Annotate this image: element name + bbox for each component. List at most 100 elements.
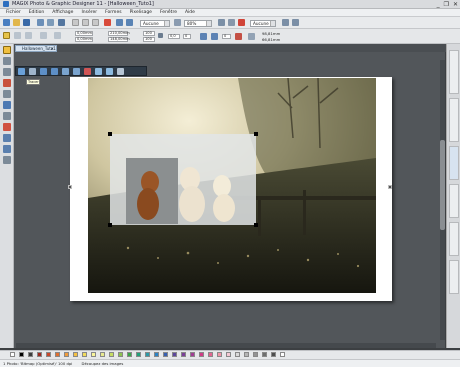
menu-file[interactable]: Fichier: [6, 10, 21, 15]
page-handle-left[interactable]: [68, 185, 72, 189]
palette-swatch[interactable]: [244, 352, 249, 357]
palette-swatch[interactable]: [19, 352, 24, 357]
x-position-field[interactable]: 0,00mm: [75, 31, 93, 36]
rotate-icon[interactable]: [51, 68, 58, 75]
dogs-image[interactable]: [108, 132, 258, 227]
shadow-tool-icon[interactable]: [3, 123, 11, 131]
tab-color-gallery[interactable]: [449, 146, 459, 180]
outline-width-field[interactable]: 0: [222, 34, 231, 39]
tag-icon[interactable]: [248, 33, 255, 40]
tab-layer-gallery[interactable]: [449, 98, 459, 142]
rotate-mode-icon[interactable]: [14, 32, 21, 39]
fit-page-icon[interactable]: [228, 19, 235, 26]
angle-field[interactable]: 0,0: [168, 34, 180, 39]
delete-icon[interactable]: [104, 19, 111, 26]
palette-swatch[interactable]: [154, 352, 159, 357]
open-folder-icon[interactable]: [13, 19, 20, 26]
close-tab-icon[interactable]: ×: [51, 46, 54, 51]
palette-swatch[interactable]: [91, 352, 96, 357]
palette-swatch[interactable]: [37, 352, 42, 357]
selector-tool-icon[interactable]: [3, 46, 11, 54]
close-button[interactable]: ✕: [453, 1, 458, 8]
scale-width-field[interactable]: 100: [143, 31, 155, 36]
menu-insert[interactable]: Insérer: [81, 10, 97, 15]
palette-swatch[interactable]: [118, 352, 123, 357]
photo-icon[interactable]: [106, 68, 113, 75]
tab-bitmap-gallery[interactable]: [449, 184, 459, 218]
eyedropper-tool-icon[interactable]: [3, 156, 11, 164]
palette-swatch[interactable]: [235, 352, 240, 357]
palette-swatch[interactable]: [145, 352, 150, 357]
resize-handle[interactable]: [108, 223, 112, 227]
scale-height-field[interactable]: 100: [143, 37, 155, 42]
tab-document[interactable]: Halloween_Tuto1 ×: [15, 45, 57, 52]
y-position-field[interactable]: 0,00mm: [75, 37, 93, 42]
menu-window[interactable]: Fenêtre: [160, 10, 177, 15]
text-tool-icon[interactable]: [3, 112, 11, 120]
palette-swatch[interactable]: [253, 352, 258, 357]
menu-pixel[interactable]: Pixelisage: [130, 10, 152, 15]
palette-swatch[interactable]: [190, 352, 195, 357]
export-icon[interactable]: [117, 68, 124, 75]
eraser-tool-icon[interactable]: [3, 90, 11, 98]
horizontal-scrollbar[interactable]: [16, 343, 436, 348]
flip-horizontal-icon[interactable]: [200, 33, 207, 40]
cut-icon[interactable]: [72, 19, 79, 26]
adjust-icon[interactable]: [40, 68, 47, 75]
palette-swatch[interactable]: [136, 352, 141, 357]
import-icon[interactable]: [37, 19, 44, 26]
vertical-scrollbar[interactable]: [440, 60, 445, 340]
path-icon[interactable]: [25, 32, 32, 39]
minimize-button[interactable]: _: [437, 1, 440, 8]
palette-swatch[interactable]: [64, 352, 69, 357]
brush-tool-icon[interactable]: [3, 79, 11, 87]
paste-icon[interactable]: [92, 19, 99, 26]
palette-swatch[interactable]: [199, 352, 204, 357]
font-combo[interactable]: Aucune: [140, 20, 170, 27]
export-icon[interactable]: [47, 19, 54, 26]
tab-fill-gallery[interactable]: [449, 260, 459, 294]
magnet-icon[interactable]: [238, 19, 245, 26]
print-icon[interactable]: [58, 19, 65, 26]
palette-swatch[interactable]: [208, 352, 213, 357]
flip-vertical-icon[interactable]: [211, 33, 218, 40]
rectangle-tool-icon[interactable]: [3, 101, 11, 109]
scroll-thumb[interactable]: [440, 140, 445, 230]
palette-swatch[interactable]: [10, 352, 15, 357]
freehand-tool-icon[interactable]: [3, 68, 11, 76]
tab-line-gallery[interactable]: [449, 222, 459, 256]
menu-shapes[interactable]: Formes: [105, 10, 121, 15]
zoom-icon[interactable]: [174, 19, 181, 26]
palette-swatch[interactable]: [226, 352, 231, 357]
zoom-combo[interactable]: 80%: [184, 20, 212, 27]
shape-editor-tool-icon[interactable]: [3, 57, 11, 65]
palette-swatch[interactable]: [172, 352, 177, 357]
palette-swatch[interactable]: [82, 352, 87, 357]
palette-swatch[interactable]: [217, 352, 222, 357]
lock-ratio-icon[interactable]: [158, 33, 163, 38]
mode-combo[interactable]: Aucune: [250, 20, 276, 27]
save-icon[interactable]: [23, 19, 30, 26]
tab-page-gallery[interactable]: [449, 50, 459, 94]
palette-swatch[interactable]: [28, 352, 33, 357]
transparency-tool-icon[interactable]: [3, 134, 11, 142]
pin-icon[interactable]: [235, 33, 242, 40]
frame-icon[interactable]: [95, 68, 102, 75]
selector-icon[interactable]: [3, 32, 10, 39]
new-document-icon[interactable]: [3, 19, 10, 26]
maximize-button[interactable]: ❐: [444, 1, 449, 8]
menu-help[interactable]: Aide: [185, 10, 195, 15]
resize-handle[interactable]: [254, 132, 258, 136]
redo-icon[interactable]: [126, 19, 133, 26]
hand-icon[interactable]: [218, 19, 225, 26]
height-field[interactable]: 148,00mm: [108, 37, 130, 42]
grid-icon[interactable]: [282, 19, 289, 26]
guides-icon[interactable]: [292, 19, 299, 26]
palette-swatch[interactable]: [280, 352, 285, 357]
fill-tool-icon[interactable]: [3, 145, 11, 153]
resize-handle[interactable]: [108, 132, 112, 136]
palette-swatch[interactable]: [109, 352, 114, 357]
palette-swatch[interactable]: [73, 352, 78, 357]
menu-view[interactable]: Affichage: [52, 10, 73, 15]
palette-swatch[interactable]: [163, 352, 168, 357]
